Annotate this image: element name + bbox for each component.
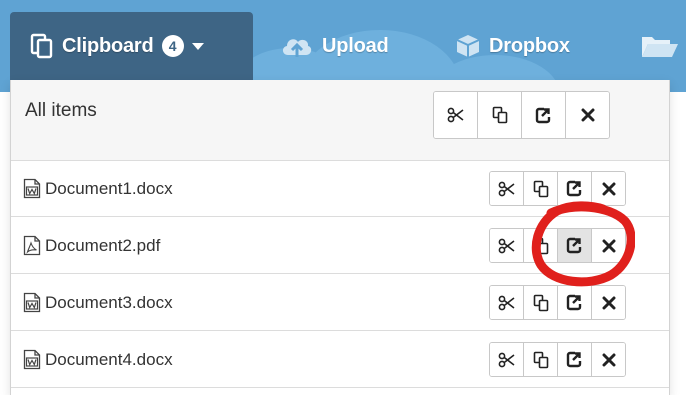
chevron-down-icon [191,42,204,50]
file-entry[interactable]: Document2.pdf [23,235,160,256]
row-action-group [489,228,626,263]
cut-button[interactable] [490,229,524,262]
clipboard-header: All items [11,80,669,161]
close-icon [602,239,616,253]
clipboard-dropdown: All items Document1.docx Document2.pdf D… [10,80,670,395]
paste-icon [566,180,583,197]
remove-all-button[interactable] [566,92,609,138]
cut-button[interactable] [490,286,524,319]
scissors-icon [447,107,465,123]
scissors-icon [498,238,516,254]
close-icon [602,182,616,196]
dropbox-label: Dropbox [489,34,570,57]
copy-icon [533,294,549,312]
scissors-icon [498,181,516,197]
scissors-icon [498,295,516,311]
cut-all-button[interactable] [434,92,478,138]
copy-icon [533,351,549,369]
copy-button[interactable] [524,229,558,262]
file-entry[interactable]: Document4.docx [23,349,173,370]
remove-button[interactable] [592,229,625,262]
word-file-icon [23,178,41,199]
file-name: Document3.docx [45,292,173,312]
copy-icon [492,106,508,124]
cut-button[interactable] [490,172,524,205]
close-icon [581,108,595,122]
copy-icon [533,180,549,198]
copy-icon [533,237,549,255]
paste-button[interactable] [558,343,592,376]
remove-button[interactable] [592,343,625,376]
copy-button[interactable] [524,286,558,319]
paste-icon [566,294,583,311]
top-toolbar: Clipboard 4 Upload Dropbox [0,0,686,92]
paste-button[interactable] [558,229,592,262]
paste-icon [566,351,583,368]
clipboard-count-badge: 4 [161,35,184,57]
upload-cloud-icon [280,33,314,59]
folder-icon [640,33,680,59]
file-row-1: Document1.docx [11,160,669,217]
folder-button[interactable] [640,12,686,80]
scissors-icon [498,352,516,368]
dropbox-button[interactable]: Dropbox [455,12,570,80]
word-file-icon [23,292,41,313]
close-icon [602,353,616,367]
file-name: Document4.docx [45,349,173,369]
row-action-group [489,171,626,206]
paste-button[interactable] [558,286,592,319]
file-entry[interactable]: Document1.docx [23,178,173,199]
copy-button[interactable] [524,172,558,205]
all-items-action-group [433,91,610,139]
paste-all-button[interactable] [522,92,566,138]
row-action-group [489,342,626,377]
file-row-4: Document4.docx [11,331,669,388]
clipboard-icon [30,33,54,59]
row-action-group [489,285,626,320]
file-name: Document2.pdf [45,235,161,255]
all-items-title: All items [25,100,97,121]
dropbox-box-icon [455,33,481,59]
remove-button[interactable] [592,286,625,319]
paste-icon [566,237,583,254]
file-row-2: Document2.pdf [11,217,669,274]
pdf-file-icon [23,235,41,256]
paste-icon [535,107,552,124]
word-file-icon [23,349,41,370]
copy-all-button[interactable] [478,92,522,138]
upload-label: Upload [322,34,389,57]
file-row-3: Document3.docx [11,274,669,331]
file-name: Document1.docx [45,178,173,198]
clipboard-label: Clipboard [62,34,154,57]
clipboard-button[interactable]: Clipboard 4 [10,12,253,80]
close-icon [602,296,616,310]
upload-button[interactable]: Upload [280,12,389,80]
paste-button[interactable] [558,172,592,205]
copy-button[interactable] [524,343,558,376]
file-entry[interactable]: Document3.docx [23,292,173,313]
remove-button[interactable] [592,172,625,205]
cut-button[interactable] [490,343,524,376]
